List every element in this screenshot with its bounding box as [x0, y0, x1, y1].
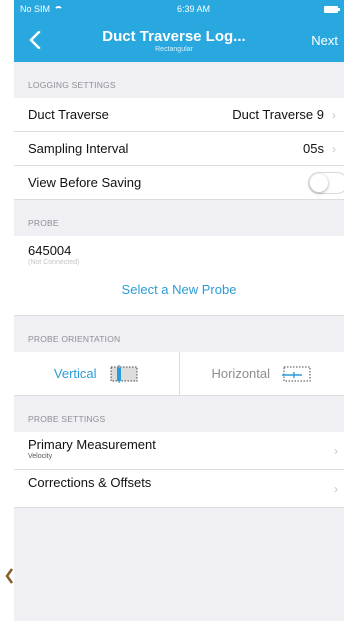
probe-status: (Not Connected) — [28, 259, 80, 266]
vertical-probe-icon — [110, 364, 138, 383]
select-new-probe-button[interactable]: Select a New Probe — [28, 282, 330, 297]
status-bar: No SIM 6:39 AM — [14, 0, 344, 18]
duct-traverse-row[interactable]: Duct Traverse Duct Traverse 9 › — [14, 98, 344, 132]
logging-settings-header: LOGGING SETTINGS — [28, 80, 116, 90]
sampling-interval-value: 05s — [303, 141, 324, 156]
probe-card: 645004 (Not Connected) Select a New Prob… — [14, 236, 344, 316]
wifi-icon — [54, 5, 64, 13]
page-subtitle: Rectangular — [155, 45, 193, 53]
probe-serial: 645004 — [28, 243, 72, 258]
primary-measurement-row[interactable]: Primary Measurement Velocity › — [14, 432, 344, 470]
page-title: Duct Traverse Log... — [102, 27, 246, 45]
chevron-right-icon: › — [332, 141, 336, 156]
duct-traverse-label: Duct Traverse — [28, 107, 109, 122]
primary-measurement-label: Primary Measurement — [28, 437, 156, 452]
chevron-right-icon: › — [332, 107, 336, 122]
probe-orientation-header: PROBE ORIENTATION — [28, 334, 121, 344]
duct-traverse-value: Duct Traverse 9 — [232, 107, 324, 122]
probe-settings-header: PROBE SETTINGS — [28, 414, 106, 424]
vertical-label: Vertical — [53, 366, 97, 381]
orientation-horizontal-option[interactable]: Horizontal — [180, 352, 345, 395]
probe-header: PROBE — [28, 218, 59, 228]
nav-titles: Duct Traverse Log... Rectangular — [50, 28, 298, 53]
corrections-offsets-row[interactable]: Corrections & Offsets › — [14, 470, 344, 508]
corrections-offsets-label: Corrections & Offsets — [28, 475, 152, 490]
horizontal-label: Horizontal — [211, 366, 271, 381]
phone-screen: No SIM 6:39 AM Duct Traverse Log... Rect… — [14, 0, 344, 621]
view-before-saving-row: View Before Saving — [14, 166, 344, 200]
horizontal-probe-icon — [282, 366, 311, 381]
battery-icon — [323, 5, 340, 13]
toggle-knob — [310, 173, 328, 192]
primary-measurement-value: Velocity — [28, 453, 53, 460]
orientation-vertical-option[interactable]: Vertical — [14, 352, 180, 395]
back-button[interactable] — [20, 25, 50, 55]
chevron-right-icon: › — [334, 444, 338, 458]
next-button[interactable]: Next — [298, 33, 338, 48]
chevron-left-icon — [29, 31, 41, 49]
probe-orientation-selector: Vertical Horizontal — [14, 352, 344, 396]
chevron-right-icon: › — [334, 482, 338, 496]
clock: 6:39 AM — [176, 4, 211, 14]
view-before-saving-label: View Before Saving — [28, 175, 142, 190]
carrier-label: No SIM — [20, 4, 51, 14]
sampling-interval-label: Sampling Interval — [28, 141, 129, 156]
navigation-bar: Duct Traverse Log... Rectangular Next — [14, 18, 344, 62]
sampling-interval-row[interactable]: Sampling Interval 05s › — [14, 132, 344, 166]
view-before-saving-toggle[interactable] — [308, 171, 344, 194]
